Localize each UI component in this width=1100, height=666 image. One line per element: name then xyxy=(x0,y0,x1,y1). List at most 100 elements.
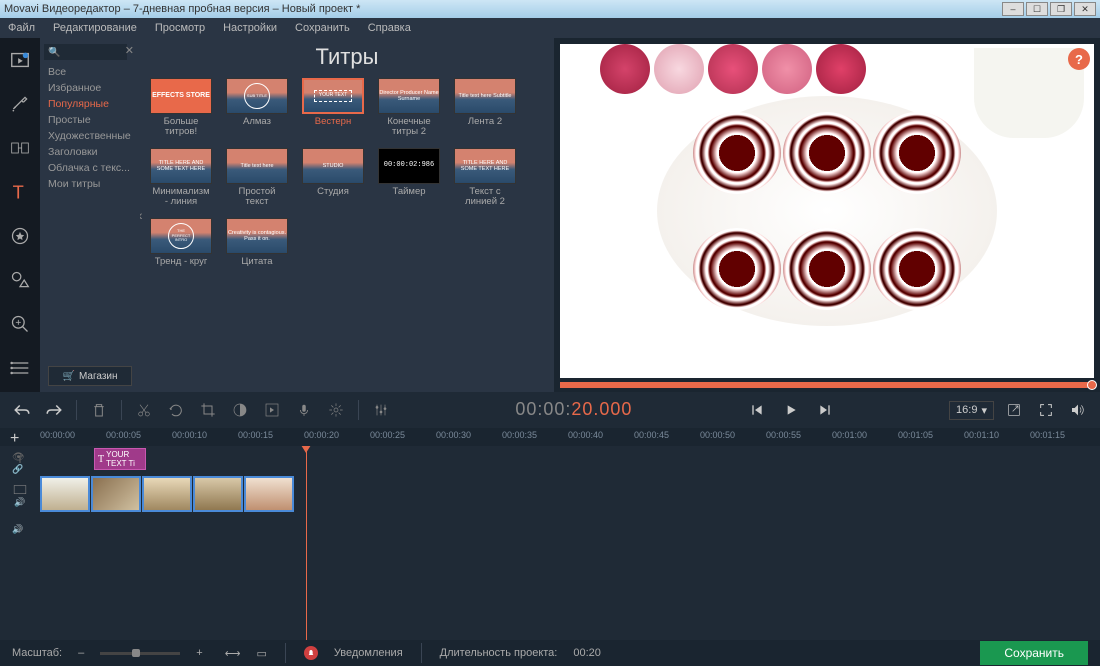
close-categories-icon[interactable]: ✕ xyxy=(125,44,134,57)
close-button[interactable]: ✕ xyxy=(1074,2,1096,16)
window-title: Movavi Видеоредактор – 7-дневная пробная… xyxy=(4,3,1002,15)
title-preset[interactable]: TITLE HERE AND SOME TEXT HEREМинимализм … xyxy=(150,148,212,208)
shapes-tool-icon[interactable] xyxy=(6,266,34,294)
menu-help[interactable]: Справка xyxy=(368,22,411,34)
equalizer-button[interactable] xyxy=(369,398,393,422)
notifications-label[interactable]: Уведомления xyxy=(334,647,403,659)
category-item[interactable]: Популярные xyxy=(44,96,136,112)
seek-bar[interactable] xyxy=(560,382,1094,388)
transitions-tool-icon[interactable] xyxy=(6,134,34,162)
store-button[interactable]: 🛒 Магазин xyxy=(48,366,132,386)
video-track-head[interactable]: 🔊 xyxy=(0,474,40,516)
playhead[interactable] xyxy=(306,446,307,640)
zoom-out-icon[interactable]: – xyxy=(78,647,84,659)
ruler-tick: 00:00:45 xyxy=(634,430,669,440)
title-preset[interactable]: SUB TITLEАлмаз xyxy=(226,78,288,138)
stickers-tool-icon[interactable] xyxy=(6,222,34,250)
audio-track-icon: 🔊 xyxy=(14,497,25,508)
titles-tool-icon[interactable]: T xyxy=(6,178,34,206)
visibility-icon[interactable]: 👁 xyxy=(12,452,25,463)
list-view-icon[interactable]: ▭ xyxy=(256,647,266,660)
video-clip[interactable] xyxy=(40,476,90,512)
title-preset[interactable]: Director Producer Name SurnameКонечные т… xyxy=(378,78,440,138)
title-preset[interactable]: THE PERFECT INTROТренд - круг xyxy=(150,218,212,267)
help-icon[interactable]: ? xyxy=(1068,48,1090,70)
prev-button[interactable] xyxy=(745,398,769,422)
category-item[interactable]: Мои титры xyxy=(44,176,136,192)
video-clip[interactable] xyxy=(244,476,294,512)
ruler-tick: 00:00:15 xyxy=(238,430,273,440)
title-thumb: Title text here Subtitle xyxy=(454,78,516,114)
cut-button[interactable] xyxy=(132,398,156,422)
category-item[interactable]: Избранное xyxy=(44,80,136,96)
volume-button[interactable] xyxy=(1066,398,1090,422)
detach-button[interactable] xyxy=(1002,398,1026,422)
properties-button[interactable] xyxy=(324,398,348,422)
link-icon[interactable]: 🔗 xyxy=(12,464,23,475)
title-clip[interactable]: T YOUR TEXT Ti xyxy=(94,448,146,470)
flower-decoration xyxy=(816,44,866,94)
timeline-ruler[interactable]: + 00:00:0000:00:0500:00:1000:00:1500:00:… xyxy=(0,428,1100,446)
color-button[interactable] xyxy=(228,398,252,422)
title-preset[interactable]: YOUR TEXTВестерн xyxy=(302,78,364,138)
title-label: Вестерн xyxy=(302,117,364,127)
title-preset[interactable]: 00:00:02:986Таймер xyxy=(378,148,440,208)
menu-file[interactable]: Файл xyxy=(8,22,35,34)
menu-settings[interactable]: Настройки xyxy=(223,22,277,34)
title-preset[interactable]: STUDIOСтудия xyxy=(302,148,364,208)
seek-head[interactable] xyxy=(1087,380,1097,390)
fit-icon[interactable]: ⟷ xyxy=(225,647,241,660)
transition-button[interactable] xyxy=(260,398,284,422)
title-label: Простой текст xyxy=(226,187,288,208)
filters-tool-icon[interactable] xyxy=(6,90,34,118)
save-button[interactable]: Сохранить xyxy=(980,641,1088,665)
menu-edit[interactable]: Редактирование xyxy=(53,22,137,34)
category-item[interactable]: Облачка с текс... xyxy=(44,160,136,176)
next-button[interactable] xyxy=(813,398,837,422)
video-clip[interactable] xyxy=(91,476,141,512)
crop-button[interactable] xyxy=(196,398,220,422)
category-item[interactable]: Простые xyxy=(44,112,136,128)
delete-button[interactable] xyxy=(87,398,111,422)
video-track[interactable] xyxy=(40,474,1100,516)
preview-panel: ? xyxy=(554,38,1100,392)
title-preset[interactable]: TITLE HERE AND SOME TEXT HEREТекст с лин… xyxy=(454,148,516,208)
category-search-input[interactable] xyxy=(44,44,127,60)
notification-badge-icon[interactable] xyxy=(304,646,318,660)
collapse-arrow-icon[interactable]: ‹ xyxy=(140,207,143,223)
category-item[interactable]: Заголовки xyxy=(44,144,136,160)
maximize-button[interactable]: ☐ xyxy=(1026,2,1048,16)
category-item[interactable]: Все xyxy=(44,64,136,80)
maximize2-button[interactable]: ❐ xyxy=(1050,2,1072,16)
tracks-area[interactable]: 👁 🔗 T YOUR TEXT Ti 🔊 xyxy=(40,446,1100,640)
title-preset[interactable]: Title text here SubtitleЛента 2 xyxy=(454,78,516,138)
title-track[interactable]: 👁 🔗 T YOUR TEXT Ti xyxy=(40,446,1100,474)
mute-icon[interactable]: 🔊 xyxy=(12,524,23,535)
video-clip[interactable] xyxy=(193,476,243,512)
mic-button[interactable] xyxy=(292,398,316,422)
import-tool-icon[interactable] xyxy=(6,46,34,74)
more-tool-icon[interactable] xyxy=(6,354,34,382)
preview-viewport[interactable] xyxy=(560,44,1094,378)
zoom-in-icon[interactable]: + xyxy=(196,647,202,659)
titles-panel: ‹ Титры EFFECTS STOREБольше титров!SUB T… xyxy=(140,38,554,392)
music-track[interactable]: 🔊 xyxy=(40,516,1100,544)
menu-view[interactable]: Просмотр xyxy=(155,22,205,34)
title-label: Конечные титры 2 xyxy=(378,117,440,138)
fullscreen-button[interactable] xyxy=(1034,398,1058,422)
title-preset[interactable]: Creativity is contagious. Pass it on.Цит… xyxy=(226,218,288,267)
undo-button[interactable] xyxy=(10,398,34,422)
flower-decoration xyxy=(708,44,758,94)
category-item[interactable]: Художественные xyxy=(44,128,136,144)
play-button[interactable] xyxy=(779,398,803,422)
rotate-button[interactable] xyxy=(164,398,188,422)
aspect-ratio-selector[interactable]: 16:9 ▾ xyxy=(949,401,994,420)
video-clip[interactable] xyxy=(142,476,192,512)
minimize-button[interactable]: – xyxy=(1002,2,1024,16)
redo-button[interactable] xyxy=(42,398,66,422)
menu-save[interactable]: Сохранить xyxy=(295,22,350,34)
title-preset[interactable]: Title text hereПростой текст xyxy=(226,148,288,208)
title-preset[interactable]: EFFECTS STOREБольше титров! xyxy=(150,78,212,138)
zoom-slider[interactable] xyxy=(100,652,180,655)
zoom-tool-icon[interactable] xyxy=(6,310,34,338)
